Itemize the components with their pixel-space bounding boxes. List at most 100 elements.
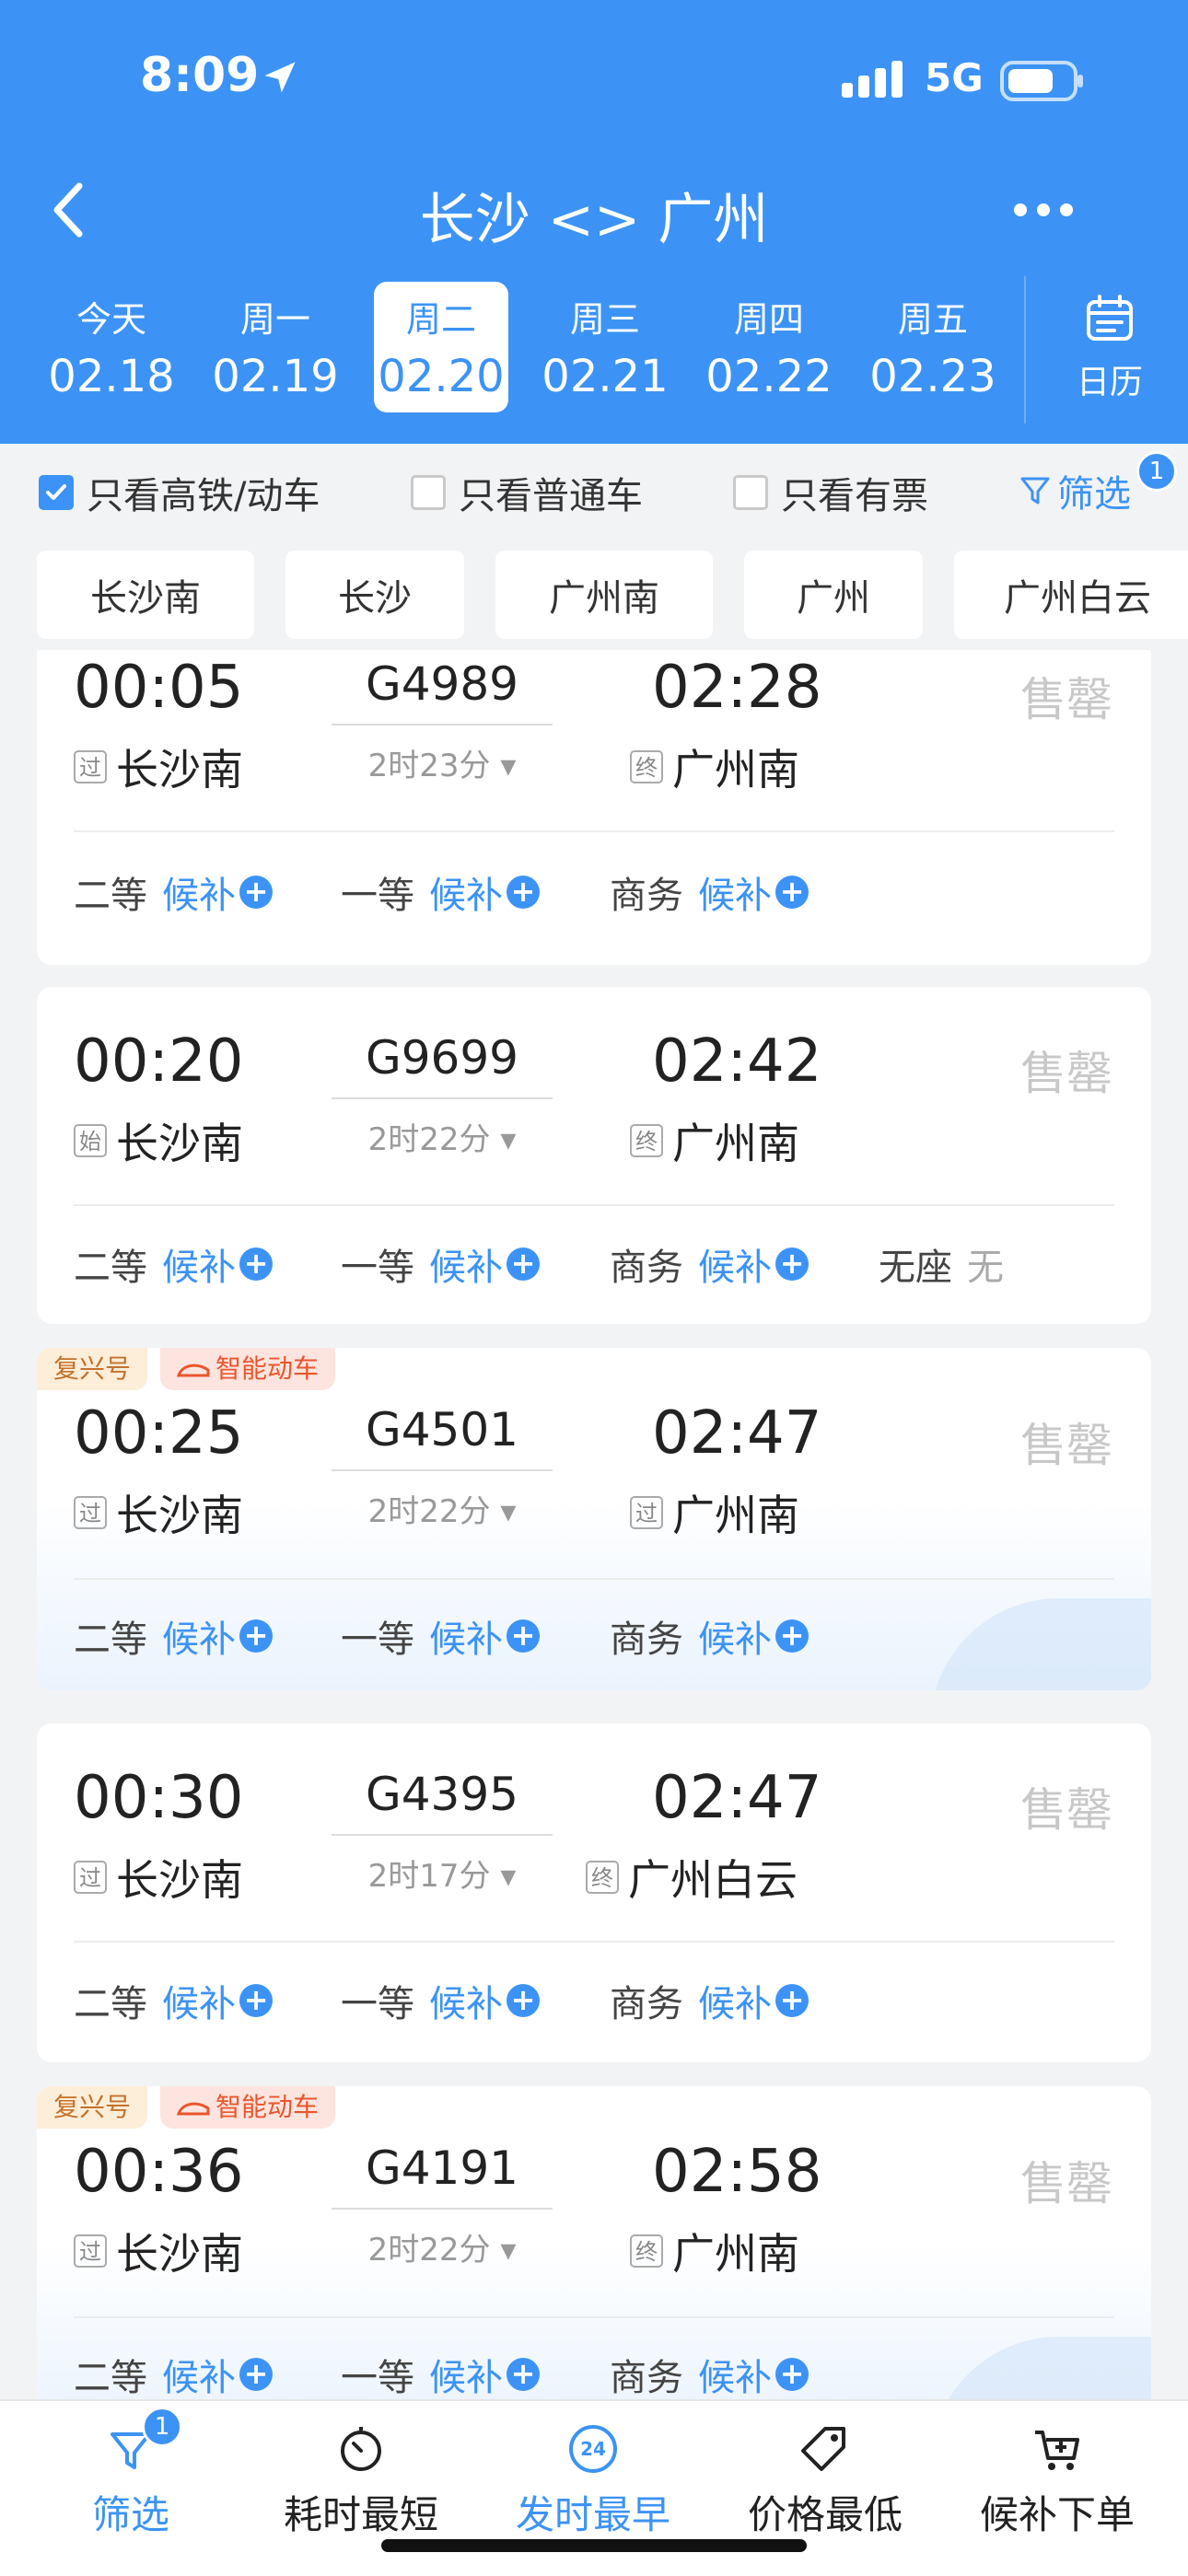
train-card[interactable]: 00:05 G4989 2时23分 ▾ 02:28 过长沙南 终广州南 售罄 二… [37, 650, 1151, 965]
train-number: G9699 [366, 1031, 518, 1085]
waitlist-label: 候补 [162, 1619, 236, 1661]
seat-first-class[interactable]: 一等 候补 + [341, 2348, 540, 2399]
date-tab-today[interactable]: 今天 02.18 [44, 282, 179, 412]
signal-icon [842, 61, 903, 98]
seat-business-class[interactable]: 商务 候补 + [610, 1974, 809, 2027]
train-card[interactable]: 00:20 G9699 2时22分 ▾ 02:42 始长沙南 终广州南 售罄 二… [37, 987, 1151, 1324]
seat-first-class[interactable]: 一等 候补 + [341, 1237, 540, 1291]
station-tab-guangzhou-baiyun[interactable]: 广州白云 [954, 551, 1188, 639]
cart-plus-icon [1035, 2431, 1079, 2470]
seat-second-class[interactable]: 二等 候补 + [74, 2348, 273, 2399]
from-station: 过长沙南 [74, 1482, 243, 1543]
seat-class: 一等 [341, 1983, 414, 2025]
date-tab-thu[interactable]: 周四 02.22 [702, 282, 836, 412]
station-tab-label: 广州白云 [1004, 577, 1151, 620]
departure-time: 00:05 [74, 654, 244, 722]
seat-business-class[interactable]: 商务 候补 + [610, 2348, 809, 2399]
station-tab-changsha[interactable]: 长沙 [285, 551, 464, 639]
seat-unavailable: 无 [967, 1247, 1004, 1289]
bottom-filter-badge: 1 [142, 2407, 182, 2447]
seat-first-class[interactable]: 一等 候补 + [341, 865, 540, 919]
duration-text: 2时22分 [367, 1493, 491, 1530]
sort-shortest-label: 耗时最短 [283, 2492, 438, 2537]
seat-no-seat[interactable]: 无座无 [879, 1237, 1004, 1291]
route-title: 长沙 <> 广州 [419, 188, 769, 252]
departure-time: 00:25 [74, 1399, 244, 1468]
train-icon [177, 2102, 210, 2116]
date-tab-date: 02.23 [869, 351, 996, 402]
from-station-name: 长沙南 [116, 1855, 243, 1905]
add-icon: + [239, 1619, 273, 1653]
add-icon: + [507, 2358, 540, 2391]
train-card[interactable]: 复兴号 智能动车 00:36 G4191 2时22分 ▾ 02:58 过长沙南 … [37, 2086, 1151, 2399]
train-card[interactable]: 00:30 G4395 2时17分 ▾ 02:47 过长沙南 终广州白云 售罄 … [37, 1723, 1151, 2062]
from-station: 始长沙南 [74, 1110, 243, 1171]
station-tab-changsha-south[interactable]: 长沙南 [37, 551, 254, 639]
train-card[interactable]: 复兴号 智能动车 00:25 G4501 2时22分 ▾ 02:47 过长沙南 … [37, 1348, 1151, 1690]
seat-first-class[interactable]: 一等 候补 + [341, 1974, 540, 2027]
date-tab-wed[interactable]: 周三 02.21 [538, 282, 672, 412]
train-tags: 复兴号 智能动车 [37, 1348, 348, 1390]
duration: 2时22分 ▾ [367, 1121, 517, 1158]
more-icon[interactable] [1013, 203, 1074, 217]
seat-business-class[interactable]: 商务 候补 + [610, 1609, 809, 1663]
waitlist-label: 候补 [162, 1983, 236, 2025]
add-icon: + [507, 876, 540, 909]
seat-second-class[interactable]: 二等 候补 + [74, 1974, 273, 2027]
waitlist-order-label: 候补下单 [979, 2492, 1135, 2537]
add-icon: + [775, 876, 809, 909]
from-station-name: 长沙南 [116, 1491, 243, 1540]
screen-label: 筛选 [1057, 473, 1131, 516]
waitlist-label: 候补 [698, 1247, 772, 1289]
add-icon: + [775, 1247, 809, 1281]
origin-mark: 始 [74, 1124, 107, 1157]
waitlist-label: 候补 [698, 1983, 772, 2025]
add-icon: + [239, 1247, 273, 1281]
add-icon: + [775, 2358, 809, 2391]
station-tab-guangzhou[interactable]: 广州 [744, 551, 923, 639]
date-tab-dow: 周二 [405, 299, 476, 340]
train-list: 00:05 G4989 2时23分 ▾ 02:28 过长沙南 终广州南 售罄 二… [0, 650, 1188, 2399]
filter-available-only[interactable]: 只看有票 [733, 470, 928, 517]
seat-class: 一等 [341, 2357, 414, 2399]
filter-high-speed[interactable]: 只看高铁/动车 [39, 470, 320, 517]
add-icon: + [239, 876, 273, 909]
price-tag-icon [801, 2427, 845, 2471]
smart-emu-label: 智能动车 [215, 2092, 320, 2122]
seat-second-class[interactable]: 二等 候补 + [74, 1609, 273, 1663]
home-indicator [381, 2539, 807, 2552]
sort-cheapest-button[interactable]: 价格最低 [715, 2421, 936, 2540]
sort-earliest-button[interactable]: 24 发时最早 [483, 2421, 704, 2540]
seat-first-class[interactable]: 一等 候补 + [341, 1609, 540, 1663]
seat-second-class[interactable]: 二等 候补 + [74, 865, 273, 919]
seat-second-class[interactable]: 二等 候补 + [74, 1237, 273, 1291]
to-station: 终广州白云 [586, 1847, 798, 1908]
date-tab-tue[interactable]: 周二 02.20 [374, 282, 508, 412]
calendar-button[interactable]: 日历 [1059, 293, 1160, 403]
filter-normal-train[interactable]: 只看普通车 [411, 470, 643, 517]
seat-class: 一等 [341, 875, 414, 917]
seat-business-class[interactable]: 商务 候补 + [610, 1237, 809, 1291]
date-tab-mon[interactable]: 周一 02.19 [208, 282, 343, 412]
bottom-filter-button[interactable]: 筛选 [20, 2421, 241, 2540]
pass-mark: 过 [74, 2234, 107, 2268]
seat-business-class[interactable]: 商务 候补 + [610, 865, 809, 919]
date-tab-fri[interactable]: 周五 02.23 [866, 282, 1000, 412]
seat-class: 商务 [610, 1247, 683, 1289]
filter-label: 只看有票 [781, 475, 928, 517]
from-station: 过长沙南 [74, 737, 243, 797]
waitlist-label: 候补 [429, 1619, 503, 1661]
add-icon: + [507, 1619, 540, 1653]
station-tab-label: 长沙南 [90, 577, 201, 620]
screen-button[interactable]: 筛选 [1019, 464, 1131, 517]
train-number: G4395 [366, 1768, 518, 1821]
sort-earliest-label: 发时最早 [515, 2492, 670, 2537]
sort-shortest-button[interactable]: 耗时最短 [250, 2421, 472, 2540]
train-line-divider [332, 1469, 553, 1471]
station-tab-guangzhou-south[interactable]: 广州南 [495, 551, 713, 639]
from-station: 过长沙南 [74, 1847, 243, 1908]
pass-mark: 过 [74, 750, 107, 783]
to-station-name: 广州白云 [628, 1855, 798, 1905]
pass-mark: 过 [74, 1861, 107, 1894]
waitlist-order-button[interactable]: 候补下单 [947, 2421, 1168, 2540]
